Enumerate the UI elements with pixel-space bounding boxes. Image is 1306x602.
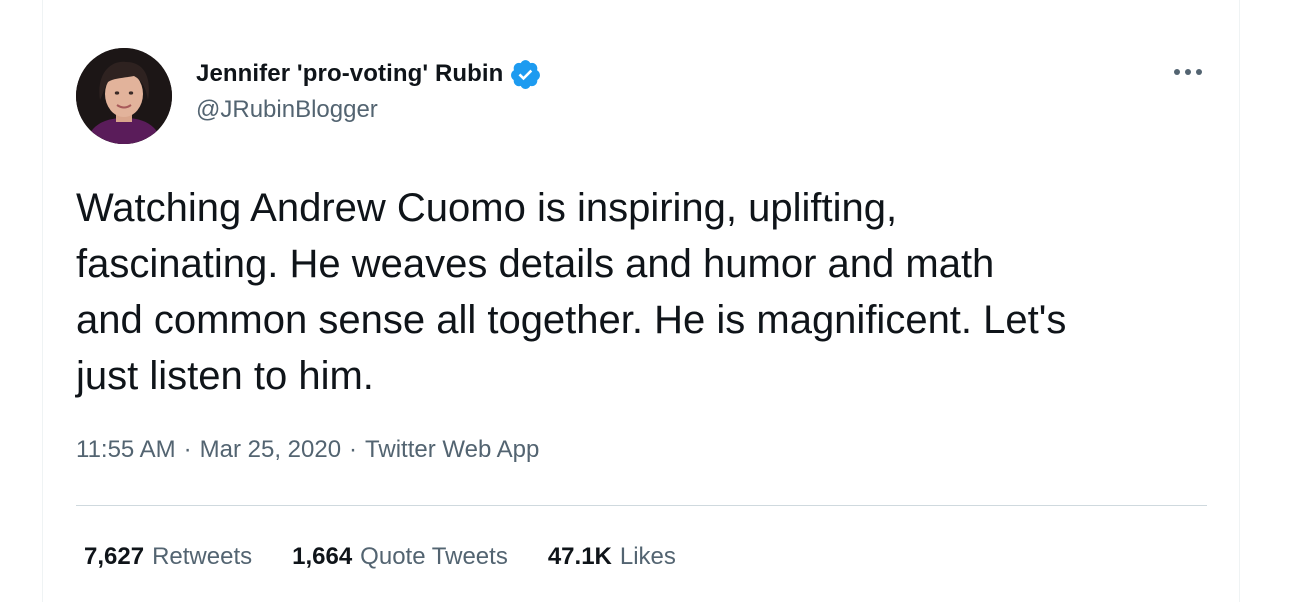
avatar[interactable] (76, 48, 172, 144)
divider (76, 505, 1207, 506)
author-name-row[interactable]: Jennifer 'pro-voting' Rubin (196, 57, 542, 91)
likes-stat[interactable]: 47.1K Likes (548, 543, 676, 571)
meta-separator: · (349, 436, 358, 463)
verified-badge-icon (509, 58, 542, 91)
meta-separator: · (183, 436, 192, 463)
more-horizontal-icon[interactable] (1170, 60, 1206, 84)
tweet-text: Watching Andrew Cuomo is inspiring, upli… (76, 186, 1067, 398)
tweet-time[interactable]: 11:55 AM (76, 436, 176, 464)
retweets-label: Retweets (152, 543, 253, 570)
author-handle[interactable]: @JRubinBlogger (196, 96, 378, 124)
quote-tweets-label: Quote Tweets (360, 543, 508, 570)
tweet-source[interactable]: Twitter Web App (365, 436, 539, 464)
tweet-meta: 11:55 AM · Mar 25, 2020 · Twitter Web Ap… (76, 436, 539, 464)
quote-tweets-count: 1,664 (292, 543, 353, 570)
tweet-stats: 7,627 Retweets 1,664 Quote Tweets 47.1K … (84, 543, 716, 571)
retweets-stat[interactable]: 7,627 Retweets (84, 543, 252, 571)
tweet-date[interactable]: Mar 25, 2020 (200, 436, 341, 464)
likes-label: Likes (619, 543, 676, 570)
retweets-count: 7,627 (84, 543, 145, 570)
quote-tweets-stat[interactable]: 1,664 Quote Tweets (292, 543, 508, 571)
likes-count: 47.1K (547, 543, 612, 570)
author-display-name[interactable]: Jennifer 'pro-voting' Rubin (196, 60, 503, 88)
